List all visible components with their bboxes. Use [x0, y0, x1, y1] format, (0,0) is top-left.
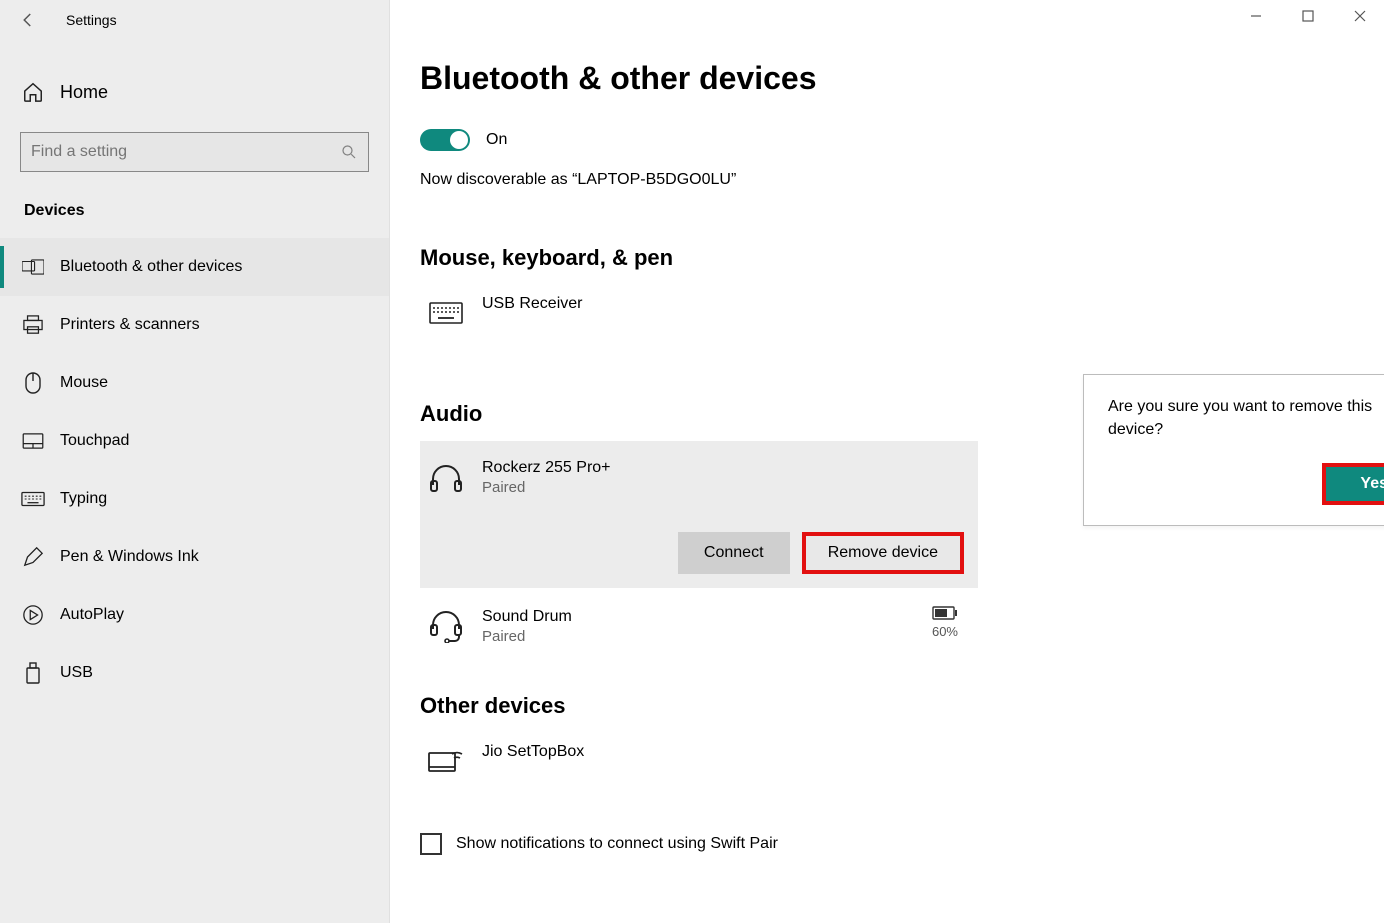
discoverable-text: Now discoverable as “LAPTOP-B5DGO0LU”	[420, 171, 1364, 189]
sidebar-item-label: Printers & scanners	[60, 316, 200, 334]
search-input[interactable]	[31, 143, 340, 161]
device-status: Paired	[482, 479, 611, 496]
sidebar-top-bar: Settings	[0, 0, 389, 40]
headset-icon	[426, 608, 466, 644]
battery-icon	[932, 606, 958, 620]
pen-icon	[20, 546, 46, 568]
sidebar-item-label: Pen & Windows Ink	[60, 548, 199, 566]
search-box[interactable]	[20, 132, 369, 172]
devices-icon	[20, 259, 46, 275]
keyboard-icon	[20, 491, 46, 507]
maximize-button[interactable]	[1294, 4, 1322, 28]
usb-icon	[20, 662, 46, 684]
back-button[interactable]	[8, 0, 48, 40]
sidebar-item-label: AutoPlay	[60, 606, 124, 624]
headphones-icon	[426, 459, 466, 495]
sidebar-nav-list: Bluetooth & other devices Printers & sca…	[0, 238, 389, 702]
search-container	[0, 120, 389, 172]
remove-device-button[interactable]: Remove device	[802, 532, 964, 574]
sidebar-item-label: USB	[60, 664, 93, 682]
dialog-yes-button[interactable]: Yes	[1322, 463, 1384, 505]
sidebar-item-bluetooth[interactable]: Bluetooth & other devices	[0, 238, 389, 296]
window-title: Settings	[66, 12, 117, 28]
sidebar: Settings Home Devices Bluetooth & other …	[0, 0, 390, 923]
sidebar-item-touchpad[interactable]: Touchpad	[0, 412, 389, 470]
battery-indicator: 60%	[932, 606, 958, 639]
sidebar-home[interactable]: Home	[0, 64, 389, 120]
page-title: Bluetooth & other devices	[420, 60, 1364, 97]
close-button[interactable]	[1346, 4, 1374, 28]
keyboard-device-icon	[426, 295, 466, 331]
checkbox-icon[interactable]	[420, 833, 442, 855]
bluetooth-toggle-row: On	[420, 129, 1364, 151]
autoplay-icon	[20, 604, 46, 626]
sidebar-item-typing[interactable]: Typing	[0, 470, 389, 528]
home-icon	[20, 81, 46, 103]
device-status: Paired	[482, 628, 572, 645]
section-title-mouse-kb-pen: Mouse, keyboard, & pen	[420, 245, 1364, 271]
sidebar-item-pen[interactable]: Pen & Windows Ink	[0, 528, 389, 586]
content-pane: Bluetooth & other devices On Now discove…	[390, 0, 1384, 923]
toggle-knob	[450, 131, 468, 149]
search-icon	[340, 143, 358, 161]
device-row-sounddrum[interactable]: Sound Drum Paired 60%	[420, 598, 978, 655]
device-name: Rockerz 255 Pro+	[482, 459, 611, 477]
display-device-icon	[426, 743, 466, 779]
sidebar-item-autoplay[interactable]: AutoPlay	[0, 586, 389, 644]
touchpad-icon	[20, 433, 46, 449]
sidebar-category-header: Devices	[0, 172, 389, 238]
sidebar-item-printers[interactable]: Printers & scanners	[0, 296, 389, 354]
mouse-icon	[20, 372, 46, 394]
remove-device-dialog: Are you sure you want to remove this dev…	[1083, 374, 1384, 526]
sidebar-item-mouse[interactable]: Mouse	[0, 354, 389, 412]
swift-pair-checkbox-row[interactable]: Show notifications to connect using Swif…	[420, 833, 1364, 855]
device-row-usb-receiver[interactable]: USB Receiver	[420, 285, 978, 341]
device-row-settopbox[interactable]: Jio SetTopBox	[420, 733, 978, 789]
sidebar-home-label: Home	[60, 82, 108, 103]
sidebar-item-usb[interactable]: USB	[0, 644, 389, 702]
bluetooth-toggle-label: On	[486, 131, 507, 149]
window-controls	[1242, 4, 1374, 28]
dialog-message: Are you sure you want to remove this dev…	[1108, 395, 1384, 441]
swift-pair-label: Show notifications to connect using Swif…	[456, 835, 778, 853]
sidebar-item-label: Typing	[60, 490, 107, 508]
bluetooth-toggle[interactable]	[420, 129, 470, 151]
section-title-other: Other devices	[420, 693, 1364, 719]
connect-button[interactable]: Connect	[678, 532, 790, 574]
printer-icon	[20, 315, 46, 335]
device-row-rockerz[interactable]: Rockerz 255 Pro+ Paired Connect Remove d…	[420, 441, 978, 588]
arrow-left-icon	[19, 11, 37, 29]
sidebar-item-label: Bluetooth & other devices	[60, 258, 242, 276]
device-name: USB Receiver	[482, 295, 582, 313]
sidebar-item-label: Mouse	[60, 374, 108, 392]
sidebar-item-label: Touchpad	[60, 432, 129, 450]
minimize-button[interactable]	[1242, 4, 1270, 28]
device-name: Sound Drum	[482, 608, 572, 626]
device-name: Jio SetTopBox	[482, 743, 584, 761]
battery-percentage: 60%	[932, 624, 958, 639]
